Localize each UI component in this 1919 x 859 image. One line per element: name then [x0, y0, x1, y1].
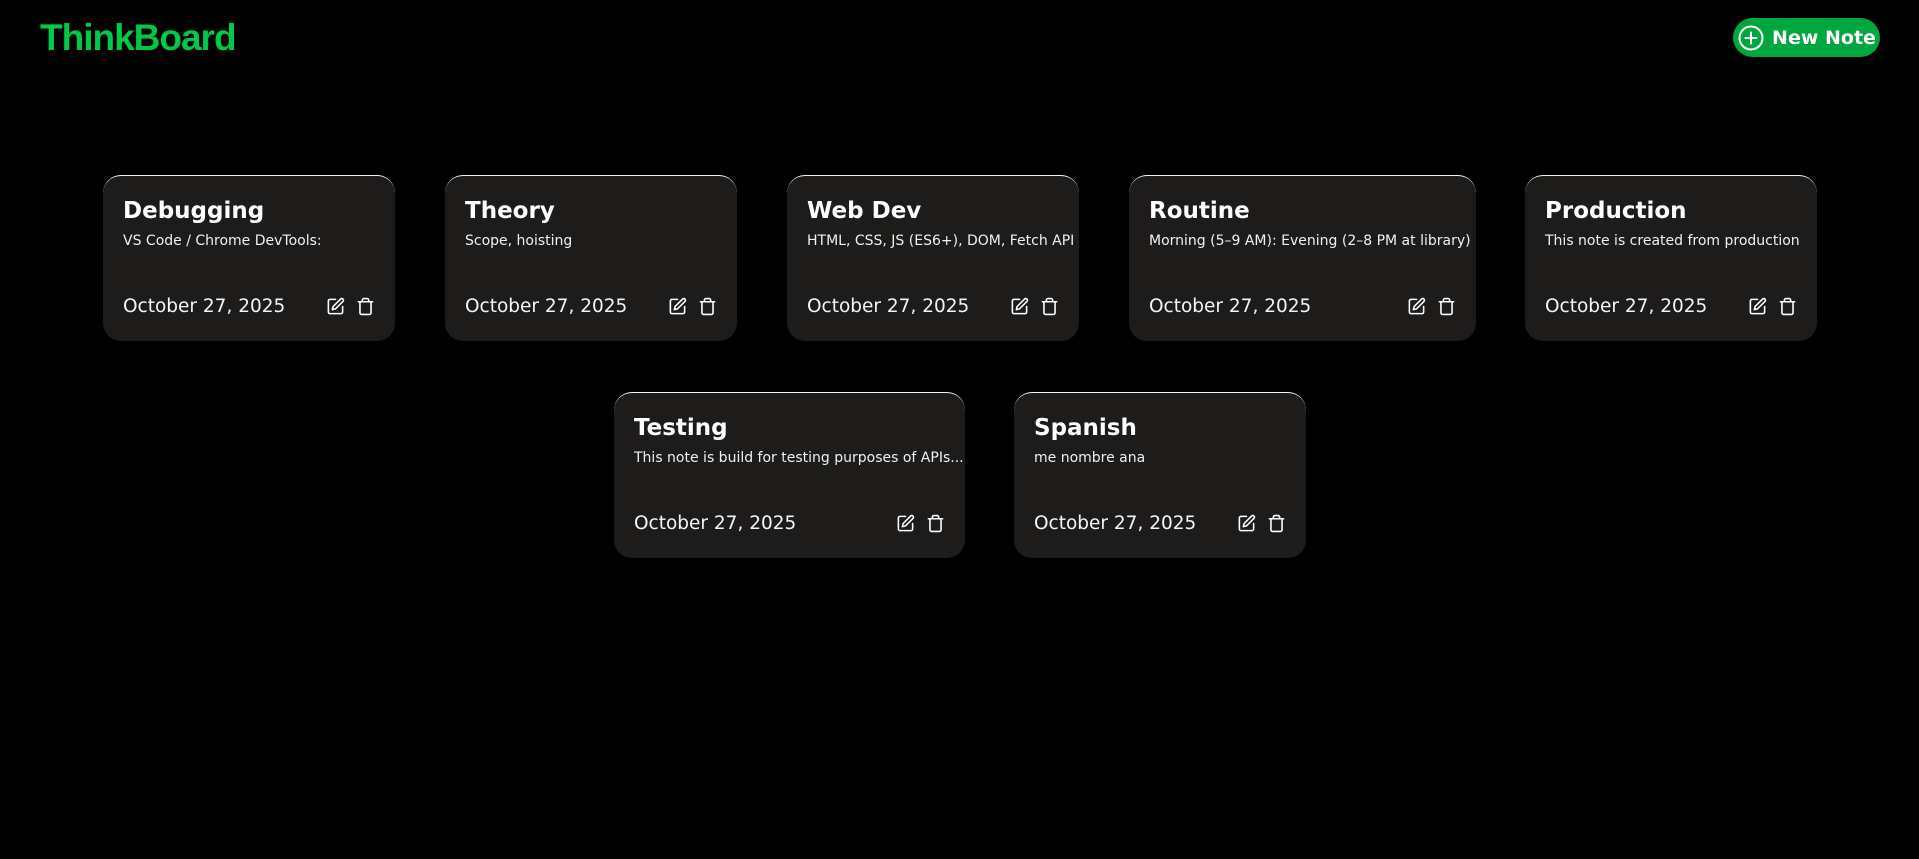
note-date: October 27, 2025	[1545, 296, 1708, 317]
app-logo[interactable]: ThinkBoard	[40, 17, 237, 59]
note-actions	[325, 296, 375, 316]
note-snippet: VS Code / Chrome DevTools:	[123, 233, 322, 249]
note-card[interactable]: Debugging VS Code / Chrome DevTools: Oct…	[103, 175, 395, 341]
note-card[interactable]: Spanish me nombre ana October 27, 2025	[1014, 392, 1306, 558]
note-snippet: Morning (5–9 AM): Evening (2–8 PM at lib…	[1149, 233, 1471, 249]
edit-icon[interactable]	[1009, 296, 1029, 316]
note-title: Theory	[465, 198, 555, 224]
note-actions	[1747, 296, 1797, 316]
trash-icon[interactable]	[697, 296, 717, 316]
note-title: Production	[1545, 198, 1687, 224]
trash-icon[interactable]	[1777, 296, 1797, 316]
edit-icon[interactable]	[1747, 296, 1767, 316]
edit-icon[interactable]	[895, 513, 915, 533]
note-card[interactable]: Routine Morning (5–9 AM): Evening (2–8 P…	[1129, 175, 1476, 341]
note-card[interactable]: Web Dev HTML, CSS, JS (ES6+), DOM, Fetch…	[787, 175, 1079, 341]
note-date: October 27, 2025	[1149, 296, 1312, 317]
plus-circle-icon	[1738, 25, 1764, 50]
note-snippet: This note is created from production	[1545, 233, 1800, 249]
note-actions	[1406, 296, 1456, 316]
note-snippet: me nombre ana	[1034, 450, 1146, 466]
trash-icon[interactable]	[355, 296, 375, 316]
edit-icon[interactable]	[1406, 296, 1426, 316]
note-title: Debugging	[123, 198, 265, 224]
trash-icon[interactable]	[1039, 296, 1059, 316]
note-date: October 27, 2025	[807, 296, 970, 317]
note-card[interactable]: Testing This note is build for testing p…	[614, 392, 965, 558]
note-title: Routine	[1149, 198, 1250, 224]
note-date: October 27, 2025	[1034, 513, 1197, 534]
note-date: October 27, 2025	[465, 296, 628, 317]
note-actions	[667, 296, 717, 316]
note-snippet: HTML, CSS, JS (ES6+), DOM, Fetch API	[807, 233, 1075, 249]
edit-icon[interactable]	[667, 296, 687, 316]
note-card[interactable]: Production This note is created from pro…	[1525, 175, 1817, 341]
new-note-button[interactable]: New Note	[1733, 18, 1880, 57]
navbar: ThinkBoard New Note	[0, 0, 1919, 80]
note-actions	[1009, 296, 1059, 316]
new-note-label: New Note	[1772, 26, 1876, 49]
edit-icon[interactable]	[325, 296, 345, 316]
trash-icon[interactable]	[925, 513, 945, 533]
trash-icon[interactable]	[1266, 513, 1286, 533]
note-title: Web Dev	[807, 198, 922, 224]
note-snippet: Scope, hoisting	[465, 233, 573, 249]
note-title: Testing	[634, 415, 728, 441]
trash-icon[interactable]	[1436, 296, 1456, 316]
note-title: Spanish	[1034, 415, 1137, 441]
note-snippet: This note is build for testing purposes …	[634, 450, 964, 466]
note-actions	[1236, 513, 1286, 533]
note-card[interactable]: Theory Scope, hoisting October 27, 2025	[445, 175, 737, 341]
note-actions	[895, 513, 945, 533]
edit-icon[interactable]	[1236, 513, 1256, 533]
note-date: October 27, 2025	[123, 296, 286, 317]
note-date: October 27, 2025	[634, 513, 797, 534]
